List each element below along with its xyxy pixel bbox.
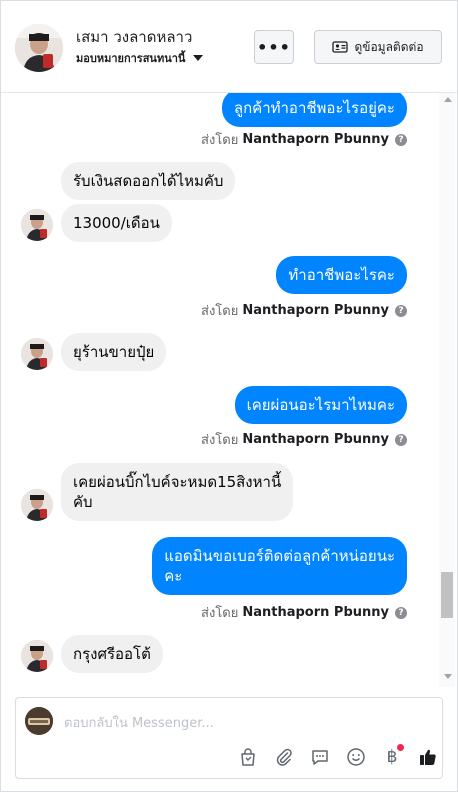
message-outgoing[interactable]: เคยผ่อนอะไรมาไหมคะ <box>234 386 407 424</box>
contact-avatar-small <box>21 338 53 370</box>
assign-label: มอบหมายการสนทนานี้ <box>76 52 186 65</box>
like-button[interactable] <box>410 744 446 770</box>
attach-file-button[interactable] <box>266 744 302 770</box>
message-incoming[interactable]: เคยผ่อนบิ๊กไบค์จะหมด15สิงหานี้ คับ <box>61 463 294 521</box>
message-outgoing[interactable]: ทำอาชีพอะไรคะ <box>276 256 407 294</box>
message-outgoing[interactable]: ลูกค้าทำอาชีพอะไรอยู่คะ <box>221 93 407 127</box>
contact-avatar-small <box>21 209 53 241</box>
payment-button[interactable]: ฿ <box>374 744 410 770</box>
help-icon[interactable]: ? <box>395 133 407 146</box>
reply-composer[interactable]: ตอบกลับใน Messenger... ฿ <box>15 697 443 779</box>
more-options-label: ••• <box>257 37 291 57</box>
sent-by-label: ส่งโดย Nanthaporn Pbunny ? <box>201 300 407 321</box>
shop-bag-button[interactable] <box>230 744 266 770</box>
saved-replies-button[interactable] <box>302 744 338 770</box>
sent-by-label: ส่งโดย Nanthaporn Pbunny ? <box>201 129 407 150</box>
message-incoming[interactable]: ยุร้านขายปุ๋ย <box>61 333 167 371</box>
scrollbar-thumb[interactable] <box>441 572 453 618</box>
chat-bubble-icon <box>312 750 328 765</box>
page-avatar <box>25 707 53 735</box>
reply-input[interactable]: ตอบกลับใน Messenger... <box>64 712 214 733</box>
help-icon[interactable]: ? <box>395 304 407 317</box>
shopping-bag-icon <box>241 748 255 766</box>
message-incoming[interactable]: รับเงินสดออกได้ไหมคับ <box>61 162 236 200</box>
notification-dot <box>397 744 404 751</box>
smiley-icon <box>347 748 365 766</box>
contact-name: เสมา วงลาดหลาว <box>76 28 193 46</box>
view-contact-info-button[interactable]: ดูข้อมูลติดต่อ <box>314 30 442 64</box>
baht-icon: ฿ <box>386 747 398 767</box>
message-outgoing[interactable]: แอดมินขอเบอร์ติดต่อลูกค้าหน่อยนะ คะ <box>152 537 407 595</box>
contact-avatar-small <box>21 489 53 521</box>
composer-toolbar: ฿ <box>230 744 446 770</box>
more-options-button[interactable]: ••• <box>254 30 294 64</box>
message-incoming[interactable]: กรุงศรีออโต้ <box>61 635 163 673</box>
help-icon[interactable]: ? <box>395 433 407 446</box>
emoji-button[interactable] <box>338 744 374 770</box>
sent-by-label: ส่งโดย Nanthaporn Pbunny ? <box>201 602 407 623</box>
message-thread: ลูกค้าทำอาชีพอะไรอยู่คะ ส่งโดย Nanthapor… <box>1 93 457 687</box>
sent-by-label: ส่งโดย Nanthaporn Pbunny ? <box>201 429 407 450</box>
scroll-down-arrow-icon[interactable] <box>444 674 452 679</box>
caret-down-icon <box>193 55 204 61</box>
contact-avatar[interactable] <box>15 24 63 72</box>
scroll-up-arrow-icon[interactable] <box>444 97 452 102</box>
message-incoming[interactable]: 13000/เดือน <box>61 204 172 242</box>
help-icon[interactable]: ? <box>395 606 407 619</box>
assign-conversation-dropdown[interactable]: มอบหมายการสนทนานี้ <box>76 49 204 67</box>
contact-card-icon <box>332 41 349 53</box>
contact-avatar-small <box>21 640 53 672</box>
paperclip-icon <box>276 748 292 766</box>
conversation-header: เสมา วงลาดหลาว มอบหมายการสนทนานี้ ••• ดู… <box>1 1 457 93</box>
view-contact-info-label: ดูข้อมูลติดต่อ <box>354 39 424 54</box>
conversation-panel: เสมา วงลาดหลาว มอบหมายการสนทนานี้ ••• ดู… <box>0 0 458 792</box>
thumbs-up-icon <box>420 749 436 765</box>
